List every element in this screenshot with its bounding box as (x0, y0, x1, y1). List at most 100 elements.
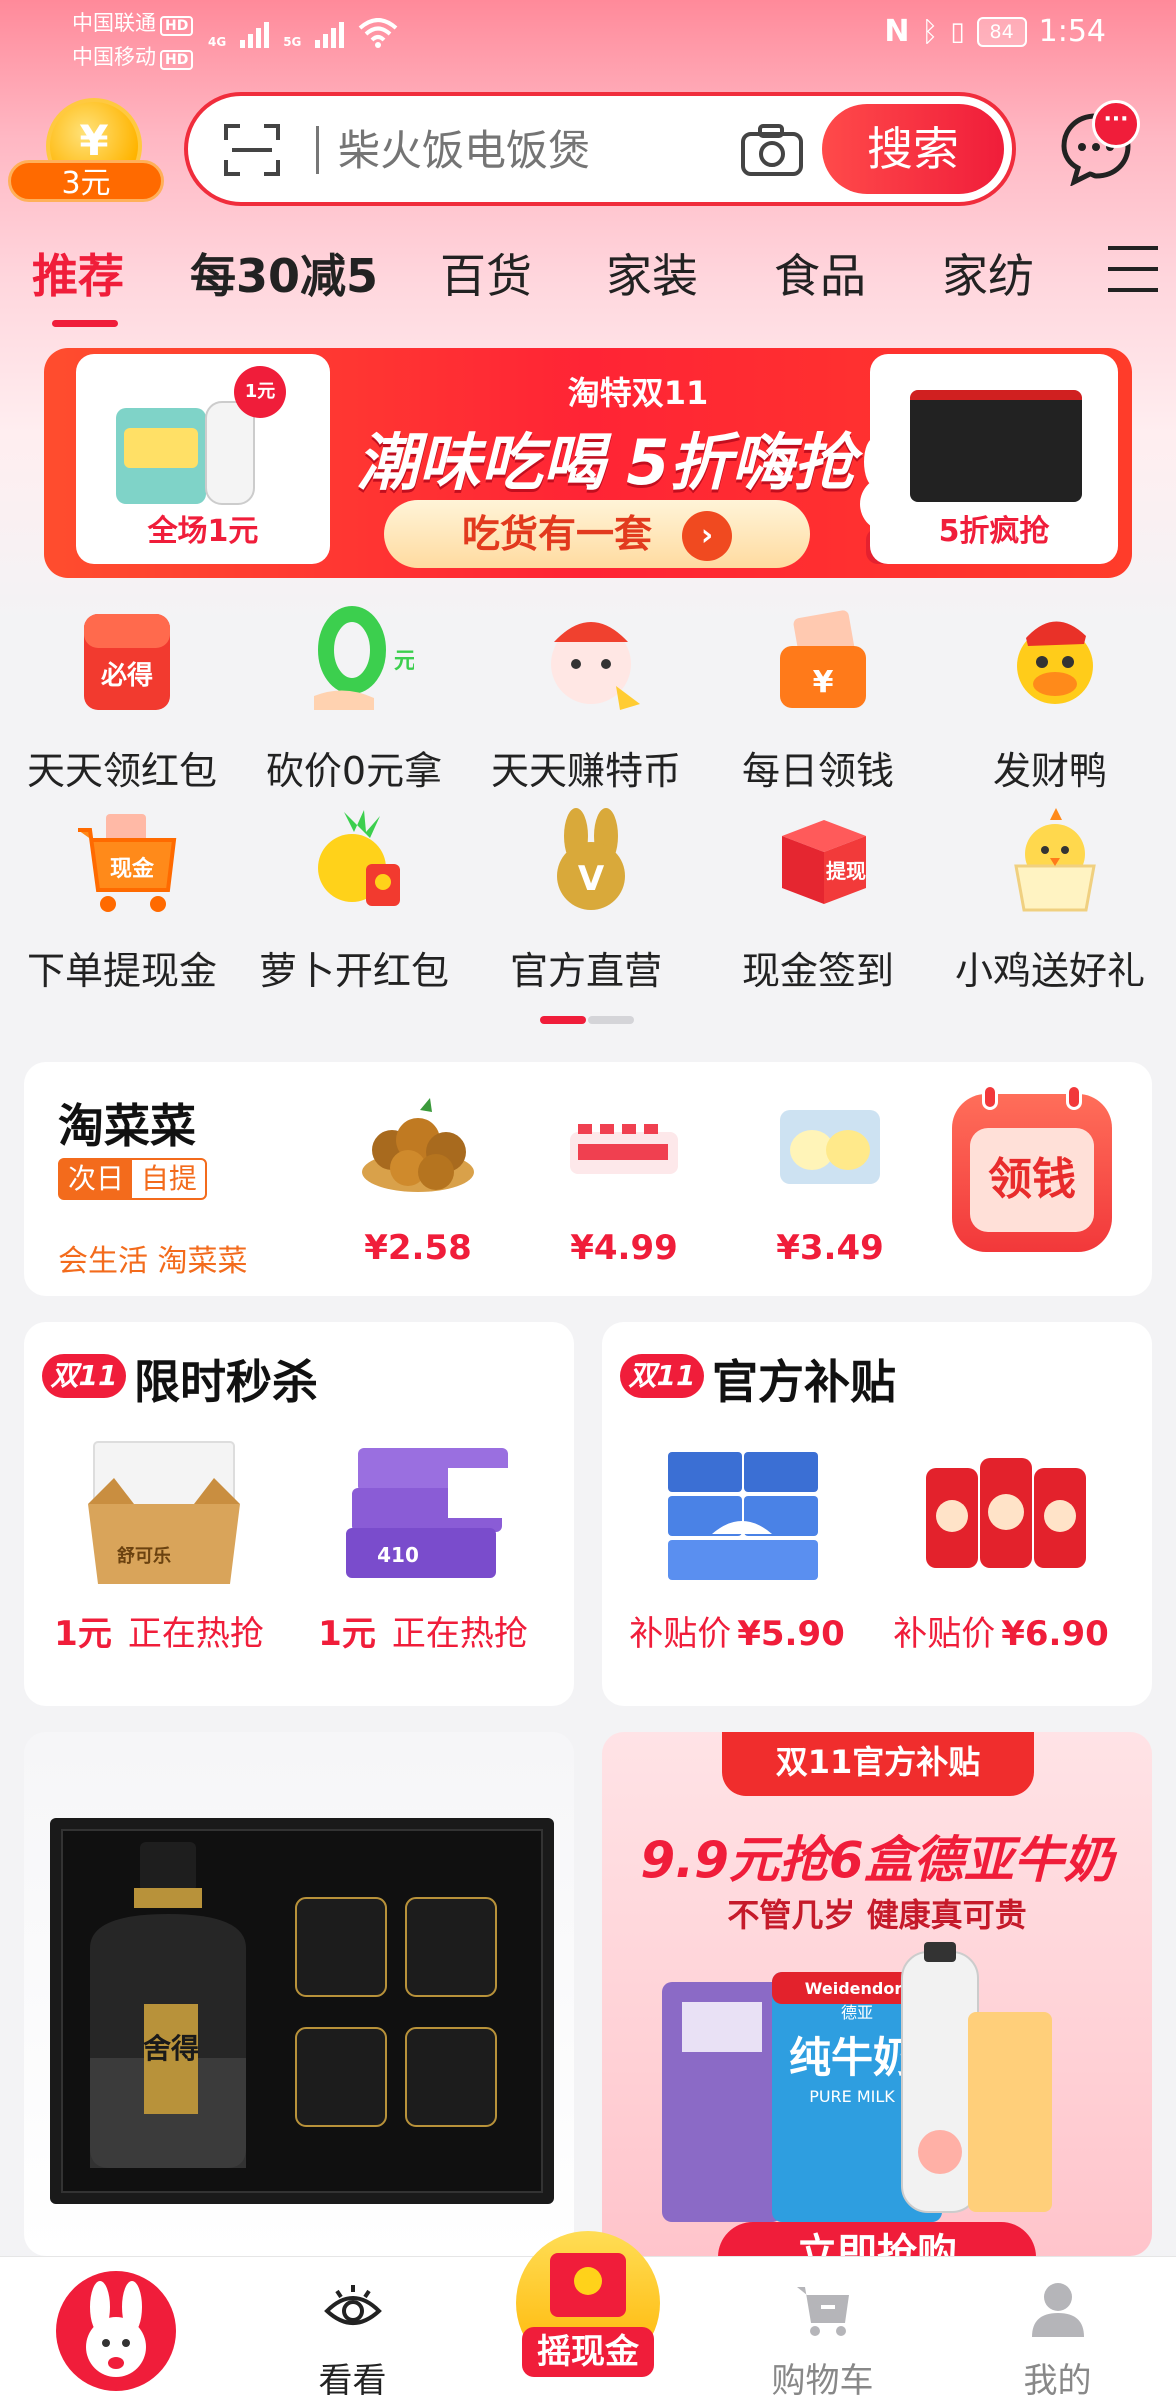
wifi-icon (359, 18, 398, 48)
subsidy-caption: 补贴价 ¥6.90 (893, 1614, 1109, 1654)
rabbit-v-icon: V (557, 808, 625, 910)
taocaicai-product[interactable]: ¥2.58 (338, 1092, 498, 1282)
tab-home-decor[interactable]: 家装 (606, 240, 698, 306)
search-bar: 搜索 (184, 92, 1016, 206)
grid-item-earn-coins[interactable]: 天天赚特币 (470, 604, 702, 804)
nav-profile[interactable]: 我的 (940, 2257, 1175, 2400)
svg-text:舍得: 舍得 (143, 2032, 199, 2065)
active-tab-indicator (52, 320, 118, 327)
storage-box-image (910, 390, 1082, 502)
liquor-product-card[interactable]: 舍得 (24, 1732, 574, 2256)
milk-promo-card[interactable]: 双11官方补贴 9.9元抢6盒德亚牛奶 不管几岁 健康真可贵 Weidendor… (602, 1732, 1152, 2256)
coin-amount: 3元 (8, 160, 164, 202)
signal-indicators: 4G 5G (208, 18, 398, 48)
tab-food[interactable]: 食品 (774, 240, 866, 306)
subsidy-card[interactable]: 双11 官方补贴 补贴价 ¥5.90 补贴价 ¥6.90 (602, 1322, 1152, 1706)
svg-text:纯牛奶: 纯牛奶 (789, 2033, 915, 2082)
claim-money-button[interactable]: 领钱 (952, 1084, 1112, 1252)
status-bar: 中国联通 HD 中国移动 HD 4G 5G N ᛒ ▯ 84 1:54 (0, 0, 1176, 80)
flash-sale-card[interactable]: 双11 限时秒杀 舒可乐 1元 正在热抢 410 1元 正在热抢 (24, 1322, 574, 1706)
milk-cans-image (926, 1458, 1086, 1568)
vibrate-icon: ▯ (950, 16, 965, 47)
grid-item-lucky-duck[interactable]: 发财鸭 (934, 604, 1166, 804)
grid-page-indicator (540, 1016, 634, 1024)
banner-right-product[interactable]: 5折疯抢 (870, 354, 1118, 564)
subsidy-item[interactable]: 补贴价 ¥6.90 (866, 1428, 1136, 1668)
banner-left-product[interactable]: 1元 全场1元 (76, 354, 330, 564)
grid-item-official-store[interactable]: V 官方直营 (470, 804, 702, 1004)
grid-label: 砍价0元拿 (265, 749, 443, 793)
product-price: ¥2.58 (364, 1228, 472, 1268)
tab-textiles[interactable]: 家纺 (942, 240, 1034, 306)
flash-sale-item[interactable]: 410 1元 正在热抢 (288, 1428, 558, 1668)
grid-item-bargain[interactable]: 元 砍价0元拿 (238, 604, 470, 804)
tab-general[interactable]: 百货 (440, 240, 532, 306)
banner-cta-button[interactable]: 吃货有一套 › (384, 500, 810, 568)
svg-text:提现: 提现 (826, 859, 866, 883)
buy-now-button[interactable]: 立即抢购 (718, 2222, 1036, 2256)
product-price: ¥3.49 (776, 1228, 884, 1268)
tissue-pack-image: 410 (346, 1448, 508, 1578)
banner-price-badge: 1元 (234, 366, 286, 418)
taocaicai-product[interactable]: ¥3.49 (750, 1092, 910, 1282)
banner-headline: 潮味吃喝 5折嗨抢 (356, 426, 856, 499)
grid-label: 官方直营 (509, 949, 662, 993)
grid-item-order-cash[interactable]: 现金 下单提现金 (6, 804, 238, 1004)
next-day-pickup-badge: 次日 自提 (58, 1158, 207, 1200)
nav-label: 摇现金 (522, 2327, 654, 2377)
grid-label: 小鸡送好礼 (954, 949, 1145, 993)
search-divider (316, 126, 319, 174)
double11-badge: 双11 (620, 1354, 704, 1398)
svg-text:PURE MILK: PURE MILK (809, 2087, 895, 2106)
tissue-image (668, 1452, 818, 1580)
nav-watch[interactable]: 看看 (235, 2257, 470, 2400)
search-button[interactable]: 搜索 (822, 104, 1004, 194)
taocaicai-product[interactable]: ¥4.99 (544, 1092, 704, 1282)
subsidy-item[interactable]: 补贴价 ¥5.90 (602, 1428, 872, 1668)
nav-cart[interactable]: 购物车 (705, 2257, 940, 2400)
grid-item-red-packet[interactable]: 必得 天天领红包 (6, 604, 238, 804)
product-price: ¥4.99 (570, 1228, 678, 1268)
category-tabs: 推荐 每30减5 百货 家装 食品 家纺 (0, 240, 1176, 340)
flash-sale-item[interactable]: 舒可乐 1元 正在热抢 (24, 1428, 294, 1668)
tab-discount[interactable]: 每30减5 (190, 240, 378, 306)
duck-icon (1017, 621, 1093, 704)
carrier-2: 中国移动 (72, 45, 156, 69)
menu-icon[interactable] (1108, 246, 1158, 294)
carrier-1: 中国联通 (72, 11, 156, 35)
yogurt-drink-image (570, 1124, 678, 1174)
promo-top-label: 双11官方补贴 (722, 1732, 1034, 1796)
svg-text:必得: 必得 (101, 661, 153, 691)
nav-label: 购物车 (771, 2361, 874, 2400)
grid-item-cash-checkin[interactable]: 提现 现金签到 (702, 804, 934, 1004)
nav-shake-cash[interactable]: 摇现金 (470, 2231, 705, 2400)
clock: 1:54 (1038, 14, 1106, 49)
network-type-2: 5G (283, 35, 302, 49)
svg-text:元: 元 (394, 649, 414, 674)
bread-image (780, 1110, 880, 1184)
svg-text:德亚: 德亚 (841, 2003, 873, 2022)
taocaicai-card[interactable]: 淘菜菜 次日 自提 会生活 淘菜菜 ¥2.58 ¥4.99 ¥3.49 领钱 (24, 1062, 1152, 1296)
flash-sale-caption: 1元 正在热抢 (318, 1614, 528, 1654)
grid-label: 萝卜开红包 (258, 949, 449, 993)
tab-recommend[interactable]: 推荐 (32, 240, 124, 306)
search-input[interactable] (338, 116, 718, 184)
cash-envelope-icon: 摇现金 (516, 2231, 660, 2377)
cat-mascot-icon (551, 622, 640, 710)
status-right: N ᛒ ▯ 84 1:54 (884, 14, 1106, 49)
zero-yuan-icon: 元 (314, 606, 414, 710)
milk-products-image: Weidendorf 德亚 纯牛奶 PURE MILK (662, 1942, 1052, 2222)
banner-left-label: 全场1元 (147, 514, 259, 549)
hd-badge: HD (160, 50, 194, 70)
camera-icon[interactable] (740, 122, 804, 178)
message-badge: ··· (1092, 100, 1140, 148)
scan-icon[interactable] (222, 122, 282, 178)
promo-banner[interactable]: 1元 全场1元 淘特双11 潮味吃喝 5折嗨抢 吃货有一套 › 5折疯抢 (44, 348, 1132, 578)
nav-home[interactable] (0, 2257, 235, 2400)
coin-reward[interactable]: ¥ 3元 (8, 98, 168, 208)
signal-icon (240, 20, 270, 48)
network-type-1: 4G (208, 35, 227, 49)
grid-item-radish-packet[interactable]: 萝卜开红包 (238, 804, 470, 1004)
grid-item-chick-gift[interactable]: 小鸡送好礼 (934, 804, 1166, 1004)
grid-item-daily-money[interactable]: ¥ 每日领钱 (702, 604, 934, 804)
